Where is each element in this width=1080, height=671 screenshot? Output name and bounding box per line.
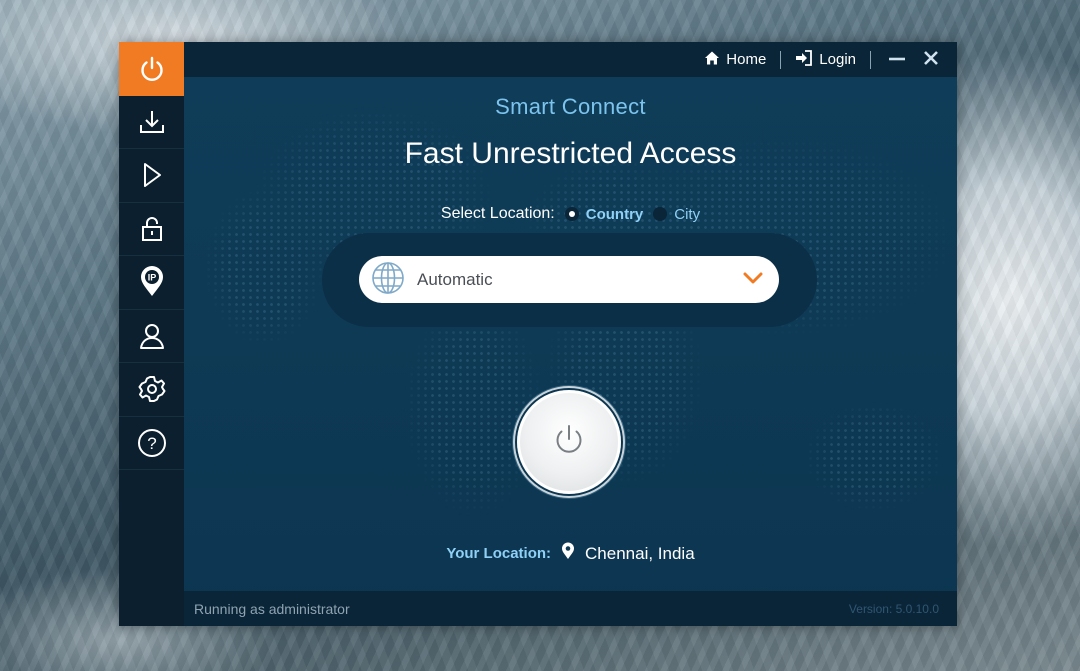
- minimize-button[interactable]: [883, 46, 911, 74]
- vpn-app-window: IP ? Home Login Smart Connect Fast Unres…: [119, 42, 957, 626]
- radio-country[interactable]: Country: [564, 205, 644, 223]
- chevron-down-icon: [743, 270, 763, 289]
- home-label: Home: [726, 51, 767, 68]
- location-dropdown[interactable]: Automatic: [359, 256, 779, 303]
- power-icon: [137, 54, 167, 84]
- home-button[interactable]: Home: [696, 50, 774, 70]
- map-pin-icon: [561, 542, 575, 565]
- sidebar: IP ?: [119, 42, 184, 626]
- login-label: Login: [819, 51, 856, 68]
- admin-status: Running as administrator: [194, 600, 350, 617]
- select-location-label: Select Location:: [440, 205, 555, 222]
- sidebar-item-lock[interactable]: [119, 203, 184, 256]
- ip-icon-text: IP: [147, 273, 156, 283]
- close-button[interactable]: [917, 46, 945, 74]
- login-icon: [795, 49, 813, 70]
- radio-country-label: Country: [585, 205, 644, 223]
- sidebar-item-ip[interactable]: IP: [119, 256, 184, 310]
- your-location-label: Your Location:: [446, 545, 552, 562]
- help-icon-text: ?: [147, 434, 156, 453]
- location-mode-selector: Select Location: Country City: [184, 205, 957, 223]
- play-icon: [137, 160, 167, 190]
- radio-dot-selected: [564, 207, 579, 221]
- version-label: Version: 5.0.10.0: [848, 601, 939, 616]
- status-bar: Running as administrator Version: 5.0.10…: [184, 591, 957, 626]
- location-dropdown-value: Automatic: [417, 269, 493, 289]
- current-location: Your Location: Chennai, India: [184, 542, 957, 565]
- title-bar: Home Login: [184, 42, 957, 77]
- gear-icon: [137, 374, 167, 404]
- main-panel: Home Login Smart Connect Fast Unrestrict…: [184, 42, 957, 626]
- radio-dot-unselected: [653, 207, 668, 221]
- sidebar-item-download[interactable]: [119, 96, 184, 149]
- download-icon: [137, 107, 167, 137]
- mode-subtitle: Smart Connect: [495, 94, 646, 119]
- minimize-icon: [888, 49, 906, 71]
- page-title: Fast Unrestricted Access: [404, 137, 737, 170]
- title-separator: [780, 50, 782, 69]
- sidebar-item-power[interactable]: [119, 42, 184, 96]
- sidebar-item-help[interactable]: ?: [119, 417, 184, 470]
- home-icon: [704, 50, 720, 70]
- title-separator: [870, 50, 871, 69]
- sidebar-item-settings[interactable]: [119, 363, 184, 417]
- radio-city[interactable]: City: [653, 206, 700, 223]
- connect-button-ring: [514, 387, 624, 497]
- sidebar-item-play[interactable]: [119, 149, 184, 203]
- radio-city-label: City: [674, 205, 701, 223]
- login-button[interactable]: Login: [787, 49, 864, 70]
- sidebar-item-account[interactable]: [119, 310, 184, 363]
- globe-icon: [371, 261, 405, 299]
- ip-location-icon: IP: [137, 266, 167, 298]
- lock-icon: [137, 214, 167, 244]
- help-icon: ?: [136, 427, 168, 459]
- power-icon: [551, 422, 587, 462]
- close-icon: [923, 50, 939, 70]
- connect-button[interactable]: [517, 390, 621, 494]
- your-location-value: Chennai, India: [585, 543, 695, 563]
- user-icon: [137, 321, 167, 351]
